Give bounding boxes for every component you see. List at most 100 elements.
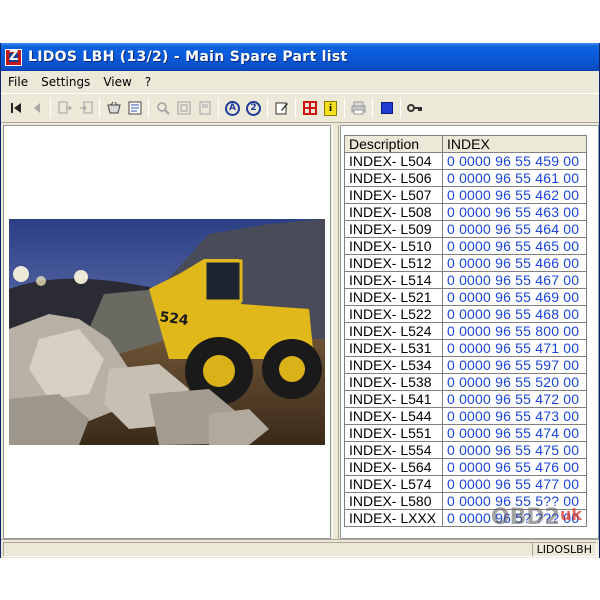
menu-view[interactable]: View: [97, 75, 137, 89]
cell-description[interactable]: INDEX- L508: [344, 203, 443, 221]
document-list-icon[interactable]: [126, 100, 143, 117]
fit-page-icon[interactable]: [175, 100, 192, 117]
table-row[interactable]: INDEX- L551 0 0000 96 55 474 00: [344, 424, 587, 442]
table-row[interactable]: INDEX- L534 0 0000 96 55 597 00: [344, 356, 587, 374]
cell-index[interactable]: 0 0000 96 55 462 00: [442, 186, 587, 204]
cell-index[interactable]: 0 0000 96 55 474 00: [442, 424, 587, 442]
cell-description[interactable]: INDEX- L507: [344, 186, 443, 204]
cell-index[interactable]: 0 0000 96 55 463 00: [442, 203, 587, 221]
grid-icon[interactable]: [301, 100, 318, 117]
title-bar[interactable]: LIDOS LBH (13/2) - Main Spare Part list: [1, 43, 599, 71]
table-row[interactable]: INDEX- L574 0 0000 96 55 477 00: [344, 475, 587, 493]
page-view-icon[interactable]: [196, 100, 213, 117]
cell-index[interactable]: 0 0000 96 55 465 00: [442, 237, 587, 255]
window-title: LIDOS LBH (13/2) - Main Spare Part list: [28, 49, 348, 65]
toolbar-separator: [400, 98, 401, 118]
cell-description[interactable]: INDEX- L512: [344, 254, 443, 272]
info-icon[interactable]: i: [322, 100, 339, 117]
cell-index[interactable]: 0 0000 96 55 597 00: [442, 356, 587, 374]
cell-index[interactable]: 0 0000 96 55 461 00: [442, 169, 587, 187]
cell-index[interactable]: 0 0000 96 55 477 00: [442, 475, 587, 493]
table-row[interactable]: INDEX- L522 0 0000 96 55 468 00: [344, 305, 587, 323]
cell-index[interactable]: 0 0000 96 55 469 00: [442, 288, 587, 306]
cell-description[interactable]: INDEX- L509: [344, 220, 443, 238]
image-pane[interactable]: 524: [3, 125, 331, 539]
cell-description[interactable]: INDEX- L510: [344, 237, 443, 255]
cell-index[interactable]: 0 0000 96 55 459 00: [442, 152, 587, 170]
table-row[interactable]: INDEX- L514 0 0000 96 55 467 00: [344, 271, 587, 289]
watermark-text: OBD2: [490, 505, 560, 530]
cell-description[interactable]: INDEX- L554: [344, 441, 443, 459]
cell-index[interactable]: 0 0000 96 55 800 00: [442, 322, 587, 340]
table-row[interactable]: INDEX- L506 0 0000 96 55 461 00: [344, 169, 587, 187]
export-icon[interactable]: [56, 100, 73, 117]
table-row[interactable]: INDEX- L564 0 0000 96 55 476 00: [344, 458, 587, 476]
pane-splitter[interactable]: [332, 125, 339, 539]
cell-index[interactable]: 0 0000 96 55 468 00: [442, 305, 587, 323]
cell-index[interactable]: 0 0000 96 55 476 00: [442, 458, 587, 476]
cell-description[interactable]: INDEX- L531: [344, 339, 443, 357]
cell-description[interactable]: INDEX- L522: [344, 305, 443, 323]
cell-description[interactable]: INDEX- L521: [344, 288, 443, 306]
status-panel-main: [3, 542, 533, 557]
parts-list-pane[interactable]: Description INDEX INDEX- L504 0 0000 96 5…: [340, 125, 599, 539]
table-row[interactable]: INDEX- L509 0 0000 96 55 464 00: [344, 220, 587, 238]
cell-index[interactable]: 0 0000 96 55 464 00: [442, 220, 587, 238]
circle-a-icon[interactable]: A: [224, 100, 241, 117]
cell-description[interactable]: INDEX- L544: [344, 407, 443, 425]
table-row[interactable]: INDEX- L521 0 0000 96 55 469 00: [344, 288, 587, 306]
cell-description[interactable]: INDEX- L538: [344, 373, 443, 391]
table-row[interactable]: INDEX- L507 0 0000 96 55 462 00: [344, 186, 587, 204]
menu-bar: File Settings View ?: [1, 71, 599, 92]
cell-description[interactable]: INDEX- L534: [344, 356, 443, 374]
table-row[interactable]: INDEX- L541 0 0000 96 55 472 00: [344, 390, 587, 408]
previous-record-icon[interactable]: [28, 100, 45, 117]
circle-a-label: A: [225, 100, 240, 116]
cell-description[interactable]: INDEX- L514: [344, 271, 443, 289]
cell-description[interactable]: INDEX- L574: [344, 475, 443, 493]
table-row[interactable]: INDEX- L544 0 0000 96 55 473 00: [344, 407, 587, 425]
print-icon[interactable]: [350, 100, 367, 117]
cell-index[interactable]: 0 0000 96 55 466 00: [442, 254, 587, 272]
cell-index[interactable]: 0 0000 96 55 475 00: [442, 441, 587, 459]
cell-description[interactable]: INDEX- L551: [344, 424, 443, 442]
cell-description[interactable]: INDEX- L506: [344, 169, 443, 187]
key-icon[interactable]: [406, 100, 423, 117]
table-row[interactable]: INDEX- L510 0 0000 96 55 465 00: [344, 237, 587, 255]
menu-help[interactable]: ?: [139, 75, 157, 89]
app-icon[interactable]: [5, 48, 22, 66]
menu-settings[interactable]: Settings: [35, 75, 96, 89]
cell-description[interactable]: INDEX- L564: [344, 458, 443, 476]
cell-description[interactable]: INDEX- L541: [344, 390, 443, 408]
table-row[interactable]: INDEX- L504 0 0000 96 55 459 00: [344, 152, 587, 170]
cell-description[interactable]: INDEX- L580: [344, 492, 443, 510]
table-row[interactable]: INDEX- L524 0 0000 96 55 800 00: [344, 322, 587, 340]
cell-index[interactable]: 0 0000 96 55 472 00: [442, 390, 587, 408]
menu-file[interactable]: File: [2, 75, 34, 89]
basket-icon[interactable]: [105, 100, 122, 117]
column-header-description[interactable]: Description: [344, 135, 443, 153]
import-icon[interactable]: [77, 100, 94, 117]
app-window: LIDOS LBH (13/2) - Main Spare Part list …: [0, 43, 600, 558]
cell-description[interactable]: INDEX- LXXX: [344, 509, 443, 527]
cell-index[interactable]: 0 0000 96 55 520 00: [442, 373, 587, 391]
first-record-icon[interactable]: [7, 100, 24, 117]
cell-index[interactable]: 0 0000 96 55 471 00: [442, 339, 587, 357]
zoom-in-icon[interactable]: [154, 100, 171, 117]
edit-icon[interactable]: [273, 100, 290, 117]
table-row[interactable]: INDEX- L508 0 0000 96 55 463 00: [344, 203, 587, 221]
toolbar-separator: [267, 98, 268, 118]
cell-description[interactable]: INDEX- L504: [344, 152, 443, 170]
circle-2-icon[interactable]: 2: [245, 100, 262, 117]
wheel-loader-photo: 524: [9, 219, 325, 445]
cell-index[interactable]: 0 0000 96 55 473 00: [442, 407, 587, 425]
blue-square-icon[interactable]: [378, 100, 395, 117]
toolbar-separator: [50, 98, 51, 118]
table-row[interactable]: INDEX- L554 0 0000 96 55 475 00: [344, 441, 587, 459]
column-header-index[interactable]: INDEX: [442, 135, 587, 153]
cell-index[interactable]: 0 0000 96 55 467 00: [442, 271, 587, 289]
table-row[interactable]: INDEX- L512 0 0000 96 55 466 00: [344, 254, 587, 272]
cell-description[interactable]: INDEX- L524: [344, 322, 443, 340]
table-row[interactable]: INDEX- L531 0 0000 96 55 471 00: [344, 339, 587, 357]
table-row[interactable]: INDEX- L538 0 0000 96 55 520 00: [344, 373, 587, 391]
